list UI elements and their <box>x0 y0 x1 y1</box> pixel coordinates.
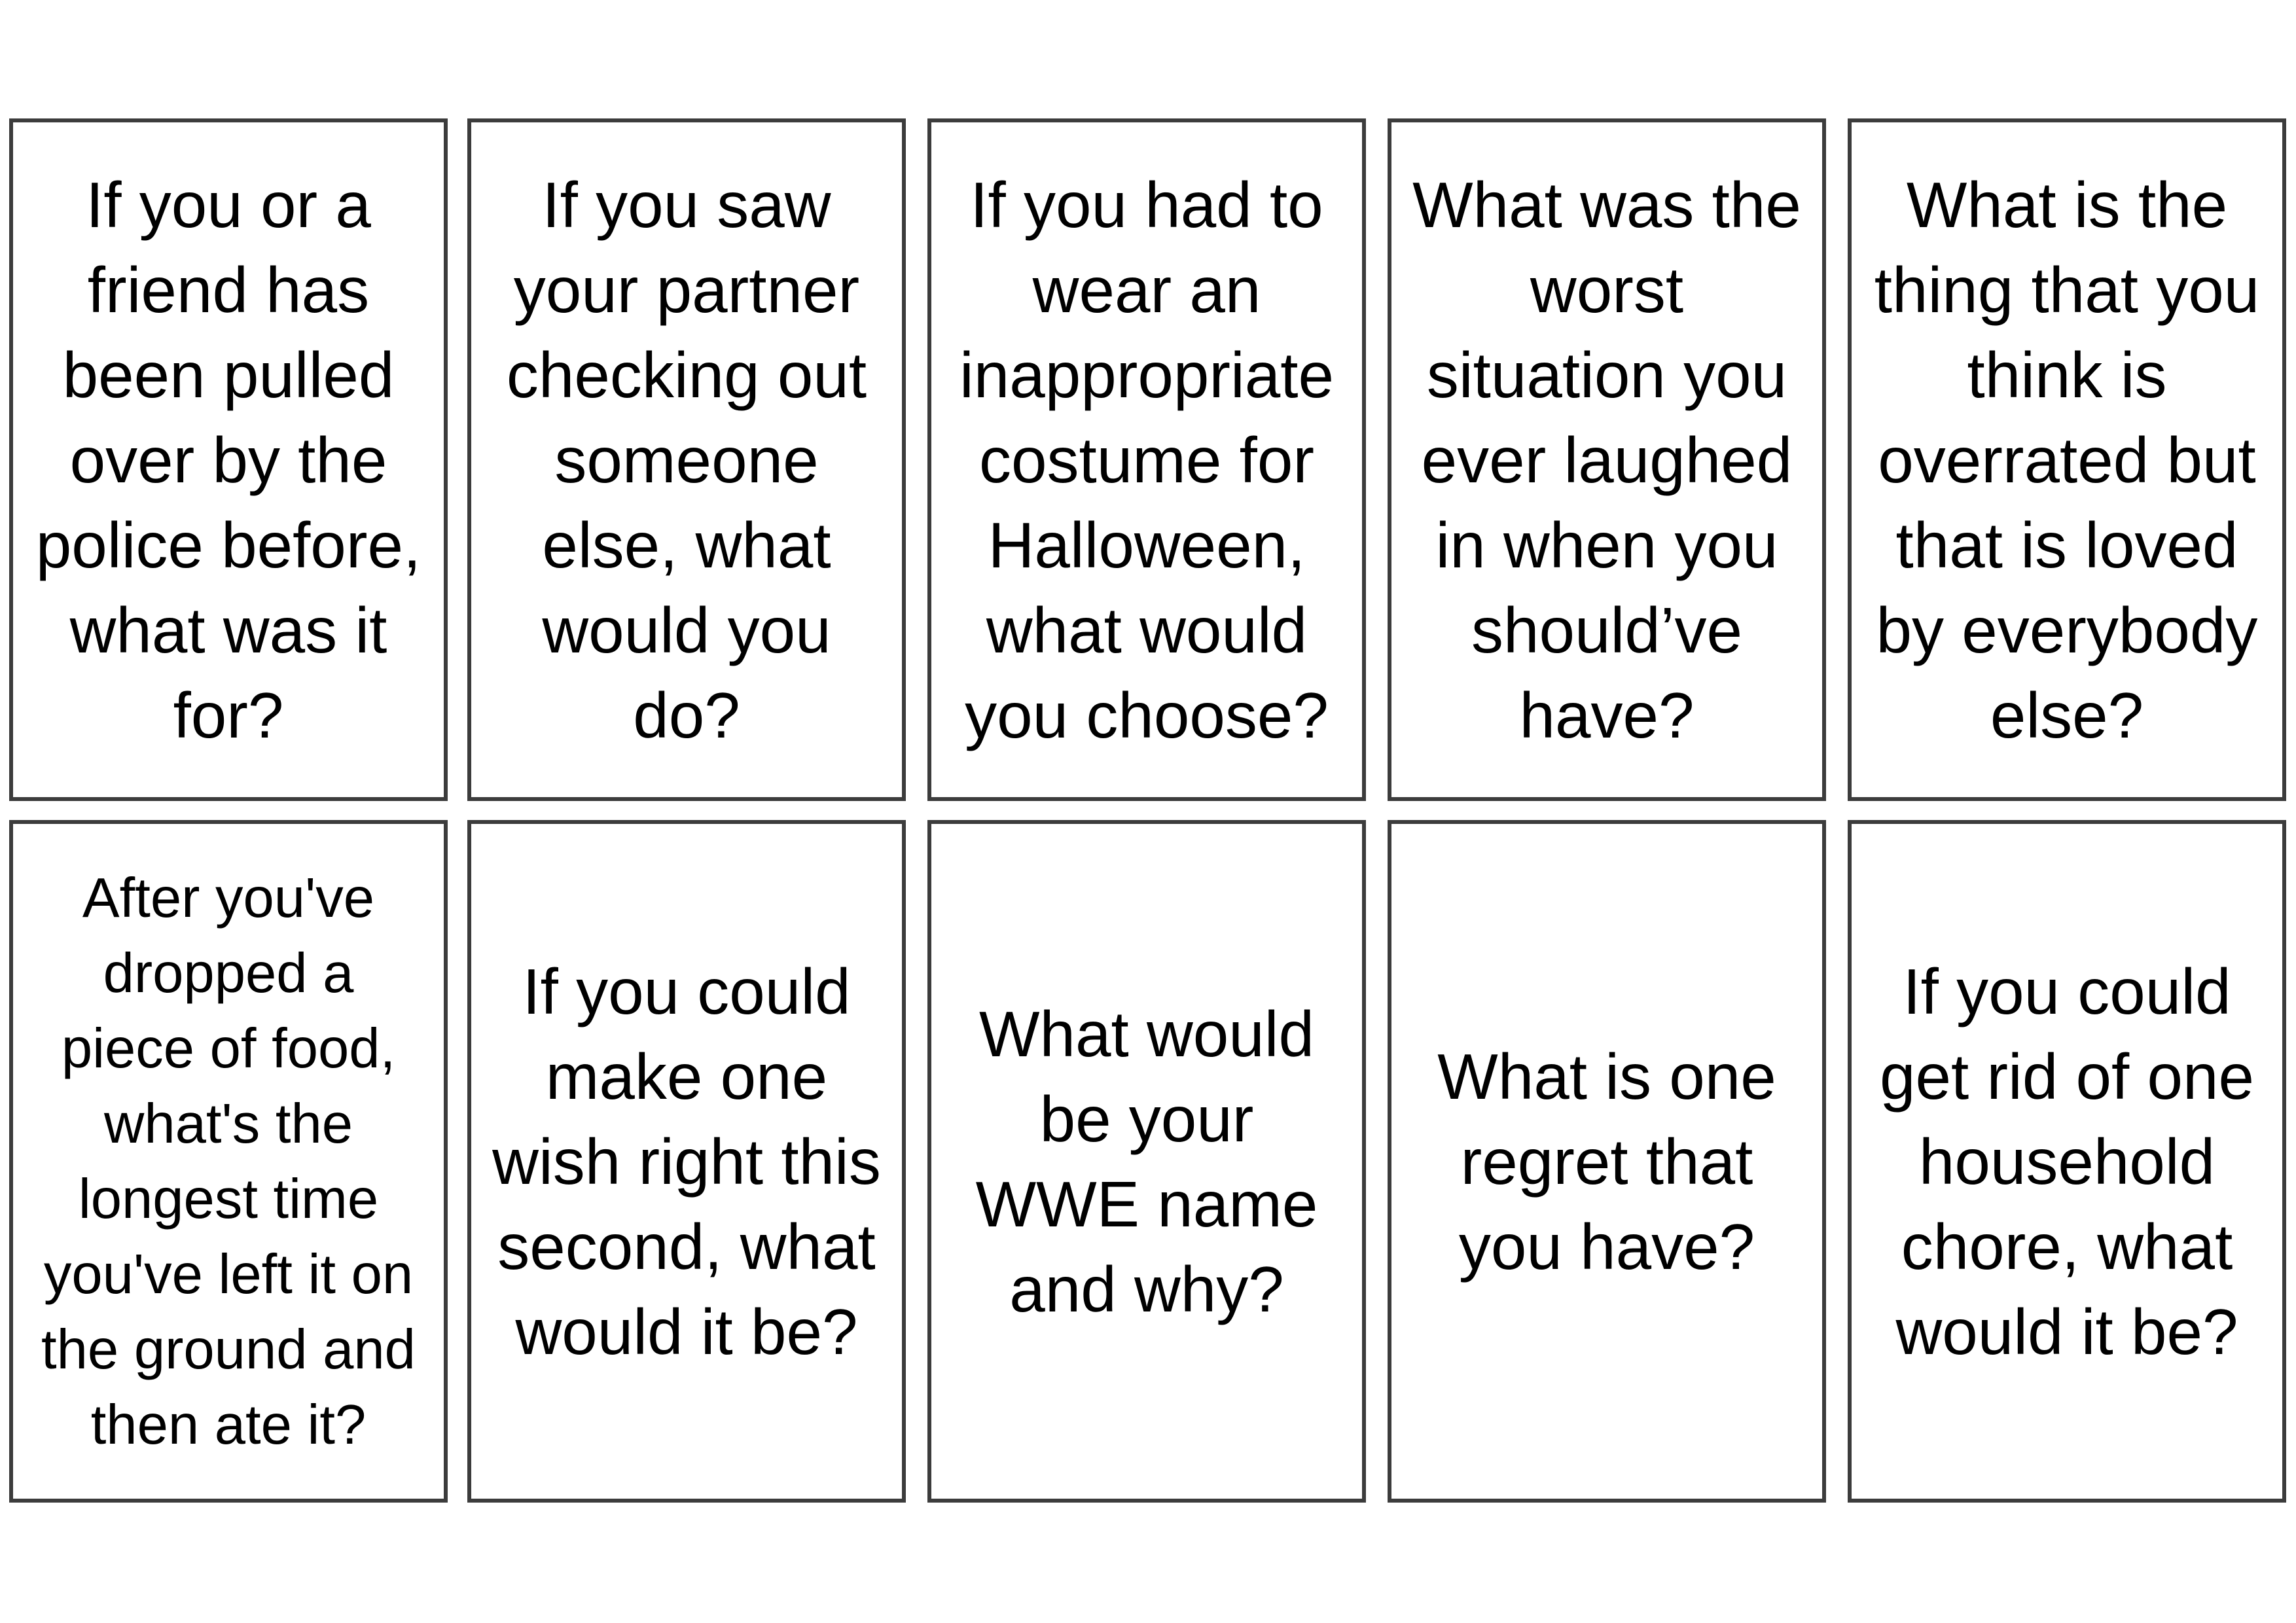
question-card: If you saw your partner checking out som… <box>467 118 906 801</box>
question-text: If you or a friend has been pulled over … <box>35 168 422 751</box>
question-card: If you could make one wish right this se… <box>467 820 906 1503</box>
question-card: What was the worst situation you ever la… <box>1388 118 1826 801</box>
question-text: If you had to wear an inappropriate cost… <box>959 168 1335 751</box>
question-card: If you had to wear an inappropriate cost… <box>927 118 1366 801</box>
question-text: What is the thing that you think is over… <box>1874 168 2260 751</box>
question-card: What would be your WWE name and why? <box>927 820 1366 1503</box>
question-text: What would be your WWE name and why? <box>975 997 1318 1325</box>
question-text: What was the worst situation you ever la… <box>1412 168 1801 751</box>
question-card: What is the thing that you think is over… <box>1848 118 2286 801</box>
question-card: If you could get rid of one household ch… <box>1848 820 2286 1503</box>
question-card: After you've dropped a piece of food, wh… <box>9 820 448 1503</box>
question-text: If you could make one wish right this se… <box>492 955 881 1368</box>
question-text: If you could get rid of one household ch… <box>1879 955 2255 1368</box>
question-cards-sheet: { "cards": [ "If you or a friend has bee… <box>0 0 2296 1623</box>
question-card: What is one regret that you have? <box>1388 820 1826 1503</box>
question-text: After you've dropped a piece of food, wh… <box>41 866 416 1456</box>
question-card: If you or a friend has been pulled over … <box>9 118 448 801</box>
question-text: What is one regret that you have? <box>1437 1040 1776 1283</box>
question-text: If you saw your partner checking out som… <box>506 168 867 751</box>
